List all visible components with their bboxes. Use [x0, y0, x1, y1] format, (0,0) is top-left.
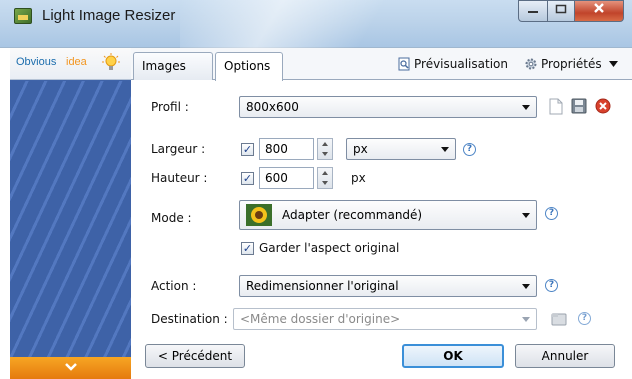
- preview-label: Prévisualisation: [414, 57, 508, 71]
- save-profile-icon[interactable]: [571, 98, 587, 114]
- properties-label: Propriétés: [541, 57, 602, 71]
- largeur-spinner[interactable]: [317, 138, 333, 160]
- new-profile-icon[interactable]: [549, 98, 563, 115]
- destination-placeholder: <Même dossier d'origine>: [240, 312, 401, 326]
- hauteur-label: Hauteur :: [151, 171, 208, 185]
- sunflower-icon: [246, 204, 272, 226]
- tab-images[interactable]: Images [6]: [133, 52, 213, 99]
- help-icon[interactable]: ?: [545, 207, 558, 220]
- properties-button[interactable]: Propriétés: [524, 56, 619, 72]
- title-bar-glare: [180, 0, 410, 48]
- options-panel: Profil : 800x600 Largeur : ✓ 800 px ? Ha…: [131, 80, 632, 379]
- close-icon: [594, 3, 604, 13]
- close-button[interactable]: [574, 0, 624, 22]
- minimize-icon: [528, 11, 538, 13]
- unit-select[interactable]: px: [346, 138, 456, 160]
- tab-options[interactable]: Options: [215, 52, 283, 81]
- keep-aspect-checkbox[interactable]: ✓: [241, 242, 254, 255]
- help-icon[interactable]: ?: [578, 312, 591, 325]
- chevron-down-icon: [522, 317, 530, 322]
- keep-aspect-label: Garder l'aspect original: [259, 241, 400, 255]
- title-bar: Light Image Resizer: [0, 0, 632, 48]
- brand-logo-part1: Obvious: [16, 56, 57, 68]
- hauteur-input[interactable]: 600: [259, 167, 314, 189]
- help-icon[interactable]: ?: [545, 279, 558, 292]
- app-icon: [14, 8, 32, 24]
- profil-label: Profil :: [151, 100, 189, 114]
- brand-bar: Obvious idea: [10, 48, 131, 80]
- delete-profile-icon[interactable]: [595, 98, 611, 114]
- mode-select[interactable]: Adapter (recommandé): [239, 200, 537, 230]
- tab-bar: Images [6] Options Prévisualisation Prop…: [131, 48, 632, 99]
- destination-select[interactable]: <Même dossier d'origine>: [233, 308, 537, 330]
- chevron-down-icon: [441, 147, 449, 152]
- brand-logo-part2: idea: [66, 56, 87, 68]
- window-title: Light Image Resizer: [42, 7, 176, 24]
- sidebar-pattern: [10, 81, 131, 357]
- maximize-button[interactable]: [547, 0, 575, 22]
- lightbulb-icon: [102, 53, 120, 70]
- largeur-label: Largeur :: [151, 142, 206, 156]
- preview-icon: [398, 57, 410, 71]
- mode-label: Mode :: [151, 211, 192, 225]
- help-icon[interactable]: ?: [463, 143, 476, 156]
- folder-icon[interactable]: [551, 312, 567, 326]
- sidebar: Obvious idea: [10, 48, 131, 379]
- profil-select[interactable]: 800x600: [239, 96, 537, 118]
- chevron-down-icon: [64, 363, 77, 371]
- destination-label: Destination :: [151, 312, 228, 326]
- sidebar-expand-button[interactable]: [10, 357, 131, 379]
- gear-icon: [525, 58, 537, 70]
- largeur-input[interactable]: 800: [259, 138, 314, 160]
- minimize-button[interactable]: [518, 0, 548, 22]
- action-select[interactable]: Redimensionner l'original: [239, 275, 537, 297]
- hauteur-spinner[interactable]: [317, 167, 333, 189]
- ok-button[interactable]: OK: [402, 344, 504, 368]
- cancel-button[interactable]: Annuler: [515, 344, 615, 368]
- previous-button[interactable]: < Précédent: [145, 344, 245, 368]
- chevron-down-icon: [522, 105, 530, 110]
- hauteur-checkbox[interactable]: ✓: [241, 172, 254, 185]
- chevron-down-icon: [522, 213, 530, 218]
- action-label: Action :: [151, 279, 197, 293]
- chevron-down-icon: [522, 284, 530, 289]
- hauteur-unit: px: [351, 171, 366, 185]
- mode-value: Adapter (recommandé): [282, 208, 423, 222]
- largeur-checkbox[interactable]: ✓: [241, 143, 254, 156]
- profil-value: 800x600: [246, 100, 299, 114]
- maximize-icon: [555, 4, 567, 14]
- action-value: Redimensionner l'original: [246, 279, 399, 293]
- chevron-down-icon: [609, 61, 619, 67]
- preview-button[interactable]: Prévisualisation: [397, 56, 508, 72]
- unit-value: px: [353, 142, 368, 156]
